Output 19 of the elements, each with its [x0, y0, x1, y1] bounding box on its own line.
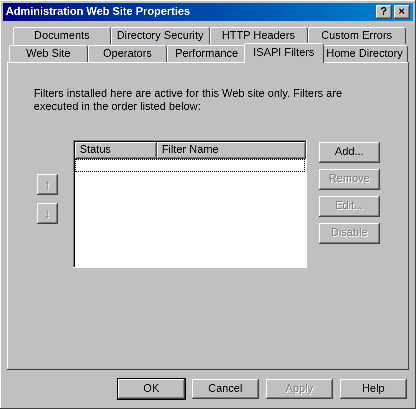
dialog-button[interactable]: Help: [340, 379, 407, 399]
tab[interactable]: Performance: [167, 45, 246, 62]
tab[interactable]: Web Site: [9, 45, 88, 62]
tab[interactable]: Operators: [88, 45, 168, 62]
help-button[interactable]: ?: [376, 5, 392, 19]
tab[interactable]: HTTP Headers: [210, 27, 308, 44]
close-button[interactable]: ×: [394, 5, 410, 19]
tab[interactable]: Documents: [13, 27, 112, 44]
tab[interactable]: Custom Errors: [308, 27, 406, 44]
side-button[interactable]: Add...: [319, 142, 380, 163]
column-header[interactable]: Status: [75, 142, 157, 159]
tab[interactable]: ISAPI Filters: [244, 43, 324, 63]
dialog-button[interactable]: OK: [118, 379, 185, 399]
description-text: Filters installed here are active for this Web site only. Filters are executed in the order listed below:: [34, 88, 344, 114]
window-title: Administration Web Site Properties: [6, 4, 192, 20]
dialog-button[interactable]: Cancel: [192, 379, 259, 399]
tab[interactable]: Directory Security: [111, 27, 210, 44]
tab[interactable]: Home Directory: [322, 45, 408, 62]
column-header[interactable]: Filter Name: [157, 142, 306, 159]
